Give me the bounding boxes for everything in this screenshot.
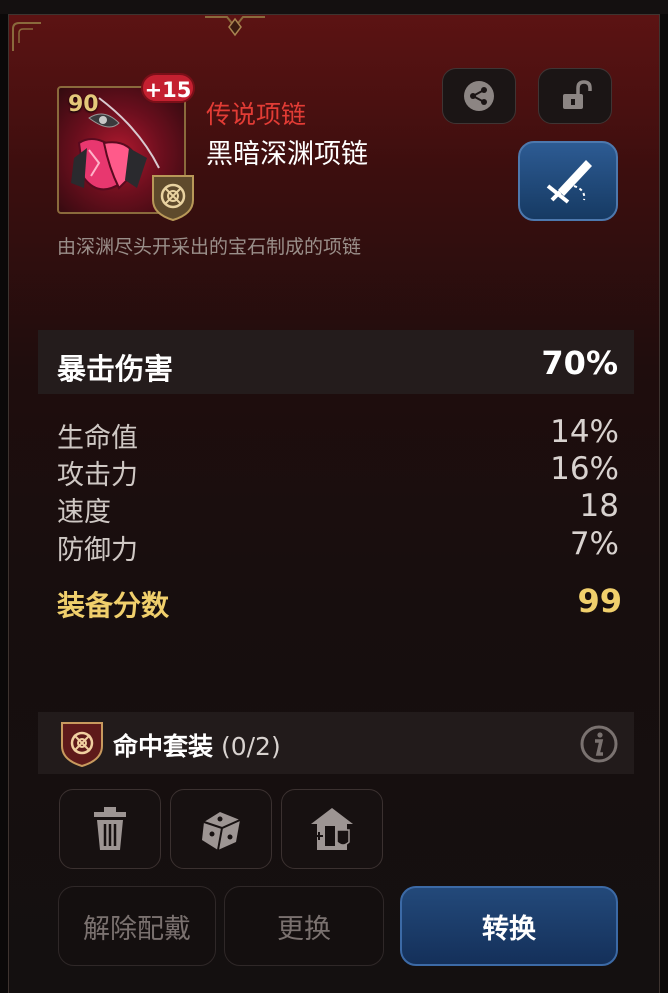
sub-stat-row: 攻击力 16% [57,451,619,491]
set-name: 命中套装 [113,732,214,761]
share-icon [464,81,494,111]
share-button[interactable] [442,68,516,124]
storage-button[interactable] [281,789,383,869]
unlock-icon [563,80,592,109]
sub-stat-value: 14% [550,414,619,450]
convert-button[interactable]: 转换 [400,886,618,966]
equipment-score: 装备分数 99 [57,582,622,622]
set-bonus-row[interactable]: 命中套装 (0/2) [38,712,634,774]
skill-button[interactable] [518,141,618,221]
sub-stat-value: 16% [550,451,619,487]
sub-stat-value: 18 [579,488,619,524]
score-label: 装备分数 [57,589,170,622]
sub-stat-row: 防御力 7% [57,526,619,566]
delete-button[interactable] [59,789,161,869]
storage-icon [311,808,353,850]
item-description: 由深渊尽头开采出的宝石制成的项链 [57,236,362,258]
score-value: 99 [577,582,622,620]
sub-stat-row: 生命值 14% [57,414,619,454]
item-name: 黑暗深渊项链 [206,139,368,170]
sub-stat-name: 攻击力 [57,460,138,491]
trash-icon [94,807,126,850]
item-rarity: 传说项链 [206,100,307,129]
sub-stat-name: 生命值 [57,423,138,454]
lock-button[interactable] [538,68,612,124]
dice-icon [202,812,241,851]
sub-stat-row: 速度 18 [57,488,619,528]
info-icon[interactable] [579,724,619,764]
corner-ornament-icon [12,22,41,51]
set-count: (0/2) [220,732,281,761]
main-stat-value: 70% [541,344,618,382]
sub-stat-value: 7% [569,526,619,562]
item-level: 90 [68,92,99,117]
set-label: 命中套装 (0/2) [113,727,281,763]
replace-button[interactable]: 更换 [224,886,384,966]
enhancement-badge: +15 [141,73,195,103]
dice-button[interactable] [170,789,272,869]
main-stat-row: 暴击伤害 70% [38,330,634,394]
sub-stat-name: 防御力 [57,535,138,566]
main-stat-name: 暴击伤害 [57,352,174,386]
hit-set-icon [61,722,103,768]
sub-stat-name: 速度 [57,497,111,528]
top-strip [0,0,668,14]
top-ornament-icon [205,16,265,37]
hit-set-icon [152,175,194,222]
skill-icon [546,160,592,204]
unequip-button[interactable]: 解除配戴 [58,886,216,966]
